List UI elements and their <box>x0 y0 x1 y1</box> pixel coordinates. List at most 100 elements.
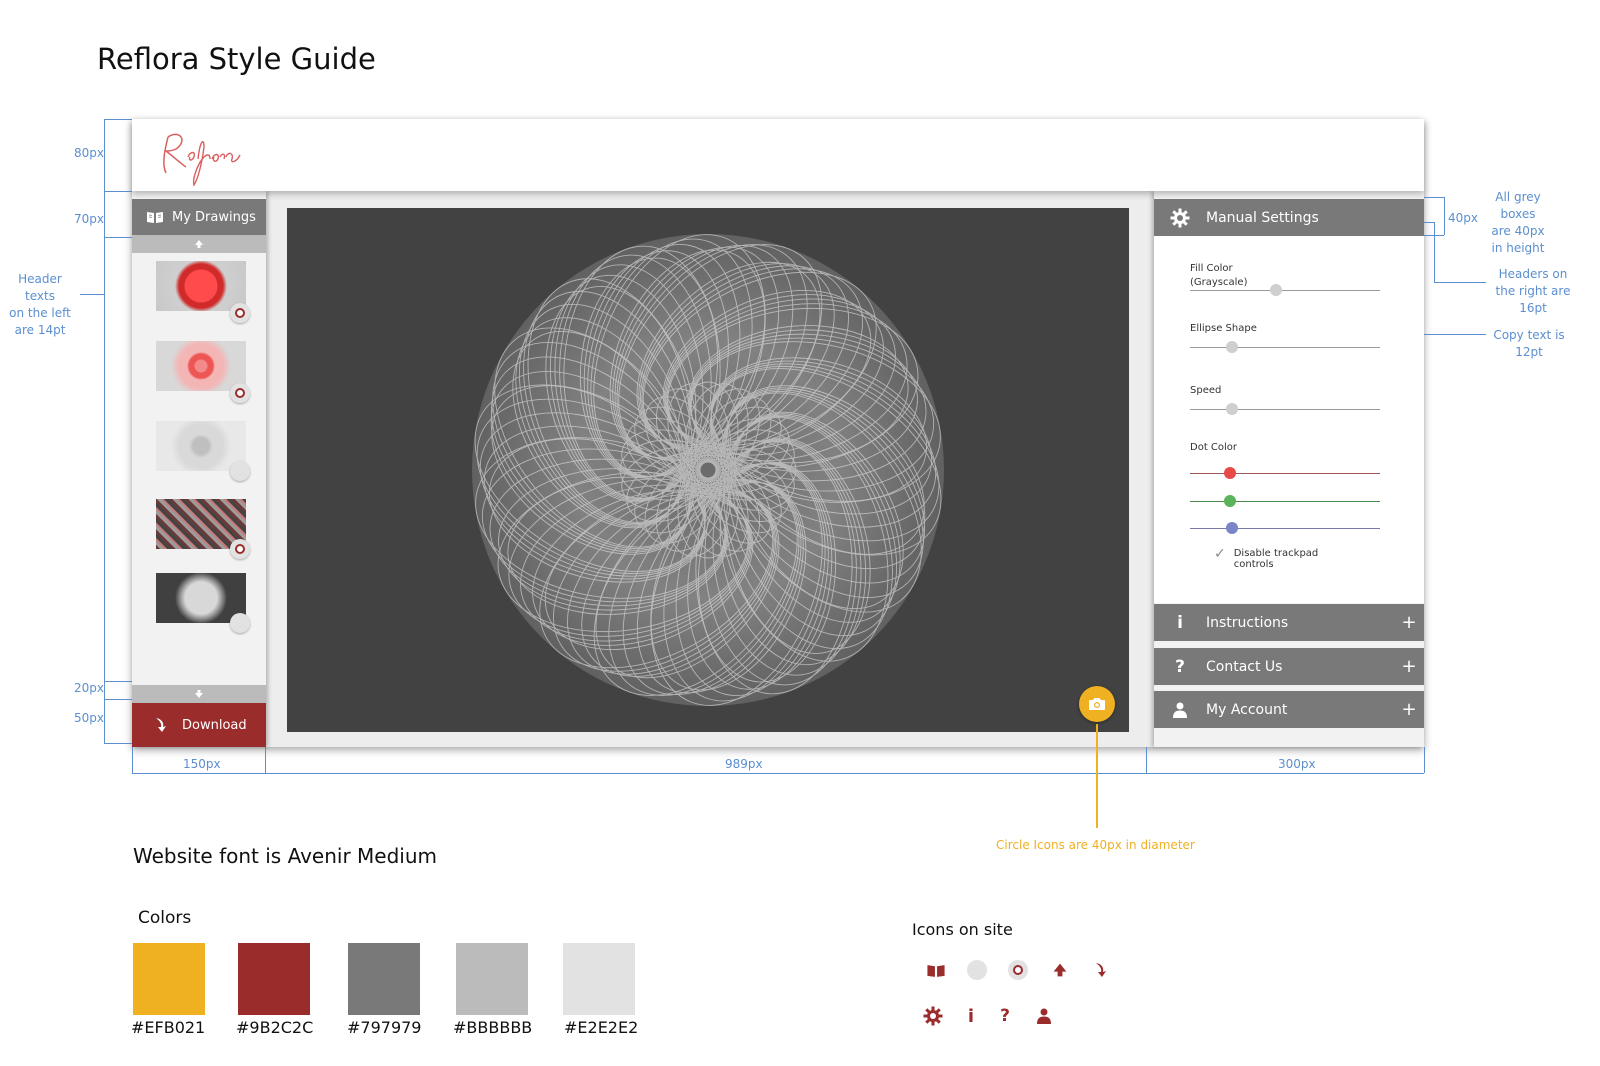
tick <box>132 747 133 773</box>
instructions-label: Instructions <box>1206 614 1289 631</box>
speed-slider[interactable] <box>1190 409 1380 410</box>
fill-color-slider-knob[interactable] <box>1269 284 1282 296</box>
grey-note-line1: All grey <box>1495 190 1541 204</box>
tick <box>265 747 266 773</box>
left-note-line2: on the left <box>9 306 71 320</box>
scroll-down-button[interactable] <box>132 685 266 703</box>
leader-line <box>1434 222 1435 282</box>
red-ring-icon <box>235 388 245 398</box>
my-account-header[interactable]: My Account + <box>1154 691 1424 728</box>
circle-icon-leader <box>1096 724 1098 828</box>
selected-badge-2[interactable] <box>230 383 250 403</box>
dot-red-slider[interactable] <box>1190 473 1380 474</box>
color-swatch-mid-grey <box>456 943 528 1015</box>
camera-icon <box>1089 698 1105 710</box>
disable-trackpad-line1: Disable trackpad <box>1233 548 1319 559</box>
download-button[interactable]: Download <box>132 703 266 747</box>
drawing-canvas[interactable] <box>287 208 1129 732</box>
fill-color-label: Fill Color (Grayscale) <box>1190 262 1247 290</box>
speed-label: Speed <box>1190 385 1222 396</box>
unselected-badge-5[interactable] <box>230 613 250 633</box>
left-note-line3: are 14pt <box>14 323 66 337</box>
info-icon: i <box>967 1005 975 1027</box>
left-dimension-line <box>104 119 105 743</box>
headers-note-line2: the right are <box>1495 284 1571 298</box>
red-ring-icon <box>1007 959 1029 981</box>
manual-settings-label: Manual Settings <box>1206 209 1319 226</box>
tick <box>1146 747 1147 773</box>
my-drawings-header[interactable]: My Drawings <box>132 199 266 235</box>
red-ring-icon <box>235 544 245 554</box>
person-icon <box>1033 1005 1055 1027</box>
bottom-dimension-line <box>132 773 1424 774</box>
width-300-label: 300px <box>1278 757 1316 771</box>
disable-trackpad-option[interactable]: ✓ Disable trackpad controls <box>1214 546 1319 570</box>
tick <box>104 699 132 700</box>
gear-icon <box>1154 208 1206 228</box>
height-80-label: 80px <box>74 146 104 160</box>
swatch-label-mid-grey: #BBBBBB <box>453 1018 533 1037</box>
swatch-label-yellow: #EFB021 <box>131 1018 206 1037</box>
swatch-label-red: #9B2C2C <box>236 1018 314 1037</box>
copy-text-note: Copy text is 12pt <box>1484 327 1574 361</box>
drawing-thumbnail-2[interactable] <box>156 341 246 391</box>
fill-color-slider[interactable] <box>1190 290 1380 291</box>
height-70-label: 70px <box>74 212 104 226</box>
unselected-badge-3[interactable] <box>230 461 250 481</box>
grey-boxes-note: All grey boxes are 40px in height <box>1484 189 1552 257</box>
tick <box>104 119 132 120</box>
disable-trackpad-line2: controls <box>1233 559 1274 570</box>
tick <box>1424 747 1425 773</box>
my-account-label: My Account <box>1206 701 1288 718</box>
copy-note-line1: Copy text is <box>1493 328 1565 342</box>
colors-title: Colors <box>138 908 192 928</box>
ellipse-shape-slider[interactable] <box>1190 347 1380 348</box>
drawing-thumbnail-1[interactable] <box>156 261 246 311</box>
left-sidebar: My Drawings Download <box>132 191 266 747</box>
circle-icons-note: Circle Icons are 40px in diameter <box>996 838 1195 852</box>
reflora-logo[interactable] <box>154 123 250 187</box>
color-swatch-light-grey <box>563 943 635 1015</box>
disable-trackpad-label: Disable trackpad controls <box>1234 548 1319 570</box>
headers-right-note: Headers on the right are 16pt <box>1486 266 1580 317</box>
swatch-label-dark-grey: #797979 <box>347 1018 422 1037</box>
scroll-up-button[interactable] <box>132 235 266 253</box>
contact-us-header[interactable]: ? Contact Us + <box>1154 648 1424 685</box>
open-book-icon <box>925 959 947 981</box>
spirograph-drawing <box>472 234 944 706</box>
icons-on-site-title: Icons on site <box>912 920 1013 939</box>
grey-circle-icon <box>966 959 988 981</box>
leader-line <box>1424 222 1434 223</box>
expand-plus-icon: + <box>1401 612 1417 633</box>
width-150-label: 150px <box>183 757 221 771</box>
my-drawings-label: My Drawings <box>172 209 256 225</box>
manual-settings-header[interactable]: Manual Settings <box>1154 199 1424 236</box>
gear-icon <box>922 1005 944 1027</box>
instructions-header[interactable]: i Instructions + <box>1154 604 1424 641</box>
headers-note-line1: Headers on <box>1498 267 1568 281</box>
info-icon: i <box>1177 612 1183 633</box>
leader-line <box>1416 334 1486 335</box>
open-book-icon <box>147 212 163 223</box>
selected-badge-1[interactable] <box>230 303 250 323</box>
dot-blue-slider[interactable] <box>1190 528 1380 529</box>
speed-slider-knob[interactable] <box>1225 403 1238 415</box>
checkmark-icon: ✓ <box>1214 546 1226 562</box>
dot-red-slider-knob[interactable] <box>1223 467 1236 479</box>
color-swatch-yellow <box>133 943 205 1015</box>
color-swatch-red <box>238 943 310 1015</box>
grey-note-line4: in height <box>1491 241 1545 255</box>
fill-color-subtitle: (Grayscale) <box>1190 277 1248 288</box>
dot-blue-slider-knob[interactable] <box>1225 522 1238 534</box>
ellipse-shape-slider-knob[interactable] <box>1225 341 1238 353</box>
left-note-line1: Header texts <box>18 272 62 303</box>
drawings-list <box>132 253 266 685</box>
question-icon: ? <box>1175 656 1185 677</box>
app-mockup: My Drawings Download Manual Settings Fil… <box>132 119 1424 747</box>
dot-green-slider[interactable] <box>1190 501 1380 502</box>
selected-badge-4[interactable] <box>230 539 250 559</box>
dot-green-slider-knob[interactable] <box>1223 495 1236 507</box>
camera-button[interactable] <box>1079 686 1115 722</box>
expand-plus-icon: + <box>1401 699 1417 720</box>
grey-note-line3: are 40px <box>1491 224 1545 238</box>
